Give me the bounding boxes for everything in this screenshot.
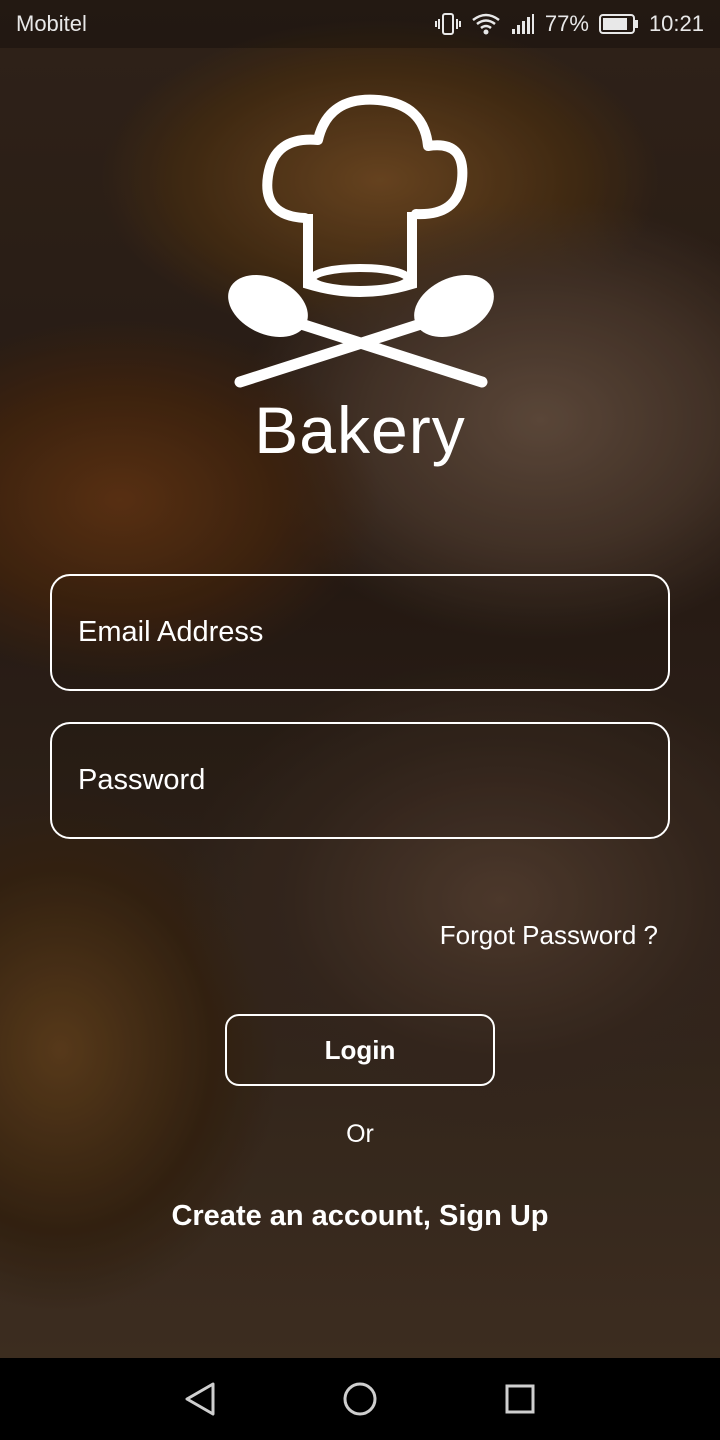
clock: 10:21 xyxy=(648,11,704,36)
back-icon[interactable] xyxy=(170,1369,230,1429)
app-title: Bakery xyxy=(254,393,466,467)
or-divider-label: Or xyxy=(346,1120,374,1148)
forgot-password-link[interactable]: Forgot Password ? xyxy=(440,920,658,951)
signal-icon xyxy=(511,13,535,35)
home-icon[interactable] xyxy=(330,1369,390,1429)
battery-icon xyxy=(598,13,639,35)
login-button[interactable]: Login xyxy=(225,1014,495,1086)
chef-hat-crossed-spoons-logo xyxy=(210,88,510,398)
email-input[interactable] xyxy=(76,615,668,650)
vibrate-icon xyxy=(434,12,461,36)
password-field[interactable] xyxy=(50,722,670,839)
email-field[interactable] xyxy=(50,574,670,691)
status-bar: Mobitel 77% 10:21 xyxy=(0,0,720,48)
signup-link[interactable]: Create an account, Sign Up xyxy=(0,1200,720,1233)
status-icons: 77% 10:21 xyxy=(434,11,704,37)
password-input[interactable] xyxy=(76,763,668,798)
recents-icon[interactable] xyxy=(490,1369,550,1429)
battery-percent: 77% xyxy=(544,11,589,36)
wifi-icon xyxy=(471,12,501,36)
navigation-bar xyxy=(0,1358,720,1440)
carrier-label: Mobitel xyxy=(16,11,87,36)
